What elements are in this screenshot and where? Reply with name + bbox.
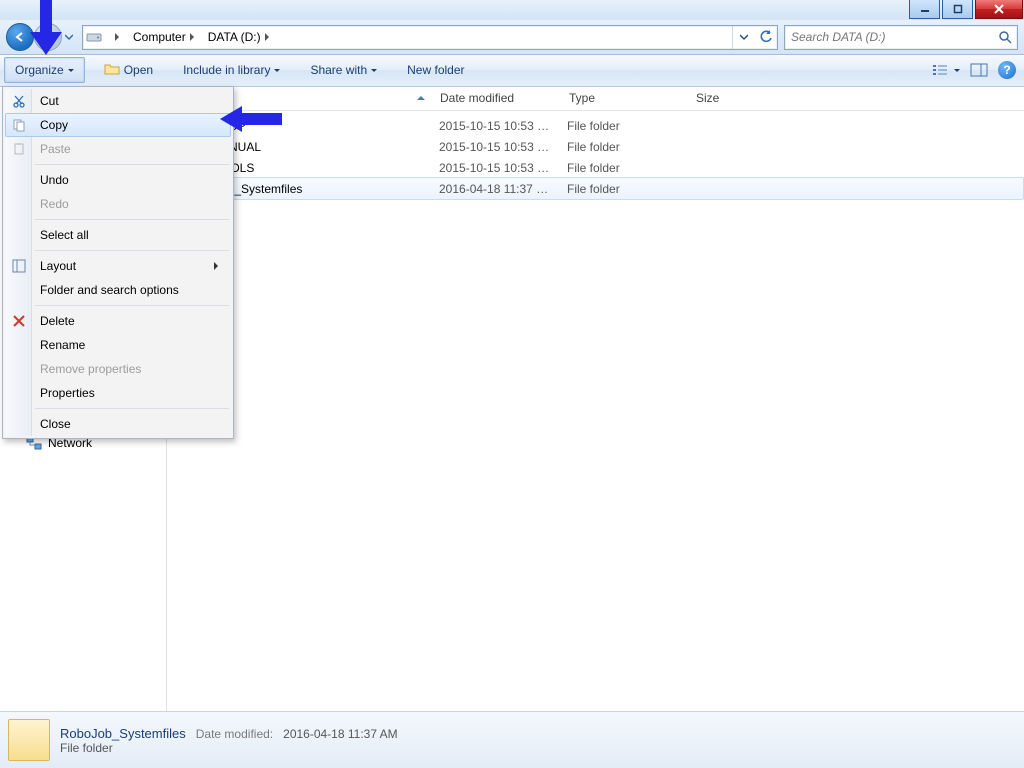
menu-cut[interactable]: Cut <box>5 89 231 113</box>
column-date[interactable]: Date modified <box>434 86 563 110</box>
column-size[interactable]: Size <box>690 86 1024 110</box>
row-date: 2015-10-15 10:53 … <box>433 161 561 175</box>
help-button[interactable]: ? <box>998 61 1016 79</box>
menu-undo[interactable]: Undo <box>5 168 231 192</box>
new-folder-label: New folder <box>407 63 464 77</box>
details-name: RoboJob_Systemfiles <box>60 726 186 741</box>
address-row: Computer DATA (D:) <box>0 20 1024 55</box>
file-list: Name Date modified Type Size …KUP2015-10… <box>167 86 1024 720</box>
drive-icon <box>85 29 103 45</box>
organize-label: Organize <box>15 63 64 77</box>
command-bar: Organize Open Include in library Share w… <box>0 54 1024 87</box>
view-options-dropdown[interactable] <box>954 69 960 75</box>
row-type: File folder <box>561 119 687 133</box>
nav-history-dropdown[interactable] <box>62 26 76 48</box>
breadcrumb-data-d[interactable]: DATA (D:) <box>204 26 279 49</box>
include-label: Include in library <box>183 63 270 77</box>
menu-layout[interactable]: Layout <box>5 254 231 278</box>
folder-open-icon <box>104 62 120 79</box>
open-button[interactable]: Open <box>93 57 164 83</box>
row-date: 2015-10-15 10:53 … <box>433 119 561 133</box>
delete-icon <box>11 313 27 329</box>
share-label: Share with <box>310 63 367 77</box>
copy-icon <box>11 117 27 133</box>
search-icon[interactable] <box>993 30 1017 44</box>
menu-folder-options[interactable]: Folder and search options <box>5 278 231 302</box>
row-type: File folder <box>561 140 687 154</box>
column-type[interactable]: Type <box>563 86 690 110</box>
details-pane: RoboJob_Systemfiles Date modified: 2016-… <box>0 711 1024 768</box>
menu-rename[interactable]: Rename <box>5 333 231 357</box>
menu-redo: Redo <box>5 192 231 216</box>
breadcrumb-label: DATA (D:) <box>208 30 261 44</box>
refresh-button[interactable] <box>755 26 777 49</box>
layout-icon <box>11 258 27 274</box>
paste-icon <box>11 141 27 157</box>
preview-pane-button[interactable] <box>968 59 990 81</box>
organize-button[interactable]: Organize <box>4 57 85 83</box>
details-type: File folder <box>60 741 398 755</box>
table-row[interactable]: …ob_Systemfiles2016-04-18 11:37 …File fo… <box>180 177 1024 200</box>
view-options-button[interactable] <box>930 59 952 81</box>
open-label: Open <box>124 63 153 77</box>
menu-close[interactable]: Close <box>5 412 231 436</box>
address-dropdown[interactable] <box>733 26 755 49</box>
column-headers: Name Date modified Type Size <box>167 86 1024 111</box>
row-date: 2016-04-18 11:37 … <box>433 182 561 196</box>
table-row[interactable]: …OOLS2015-10-15 10:53 …File folder <box>181 157 1024 178</box>
menu-select-all[interactable]: Select all <box>5 223 231 247</box>
breadcrumb-label: Computer <box>133 30 186 44</box>
menu-copy[interactable]: Copy <box>5 113 231 137</box>
address-bar[interactable]: Computer DATA (D:) <box>82 25 778 50</box>
menu-properties[interactable]: Properties <box>5 381 231 405</box>
scissors-icon <box>11 93 27 109</box>
menu-delete[interactable]: Delete <box>5 309 231 333</box>
table-row[interactable]: …ANUAL2015-10-15 10:53 …File folder <box>181 136 1024 157</box>
close-button[interactable] <box>975 0 1023 19</box>
details-date-value: 2016-04-18 11:37 AM <box>283 727 398 741</box>
details-date-label: Date modified: <box>196 727 273 741</box>
sort-ascending-icon <box>417 92 425 100</box>
organize-menu: Cut Copy Paste Undo Redo Select all Layo… <box>2 86 234 439</box>
table-row[interactable]: …KUP2015-10-15 10:53 …File folder <box>181 115 1024 136</box>
back-button[interactable] <box>6 23 34 51</box>
breadcrumb-computer[interactable]: Computer <box>129 26 204 49</box>
new-folder-button[interactable]: New folder <box>396 57 475 83</box>
search-box <box>784 25 1018 50</box>
maximize-button[interactable] <box>942 0 973 19</box>
minimize-button[interactable] <box>909 0 940 19</box>
menu-remove-props: Remove properties <box>5 357 231 381</box>
row-type: File folder <box>561 182 687 196</box>
row-date: 2015-10-15 10:53 … <box>433 140 561 154</box>
share-with-button[interactable]: Share with <box>299 57 388 83</box>
window-controls <box>909 0 1024 20</box>
menu-paste: Paste <box>5 137 231 161</box>
forward-button[interactable] <box>34 23 62 51</box>
details-thumbnail-icon <box>8 719 50 761</box>
submenu-arrow-icon <box>214 262 222 270</box>
row-type: File folder <box>561 161 687 175</box>
include-library-button[interactable]: Include in library <box>172 57 291 83</box>
search-input[interactable] <box>785 29 993 45</box>
breadcrumb-root-arrow[interactable] <box>107 26 129 49</box>
